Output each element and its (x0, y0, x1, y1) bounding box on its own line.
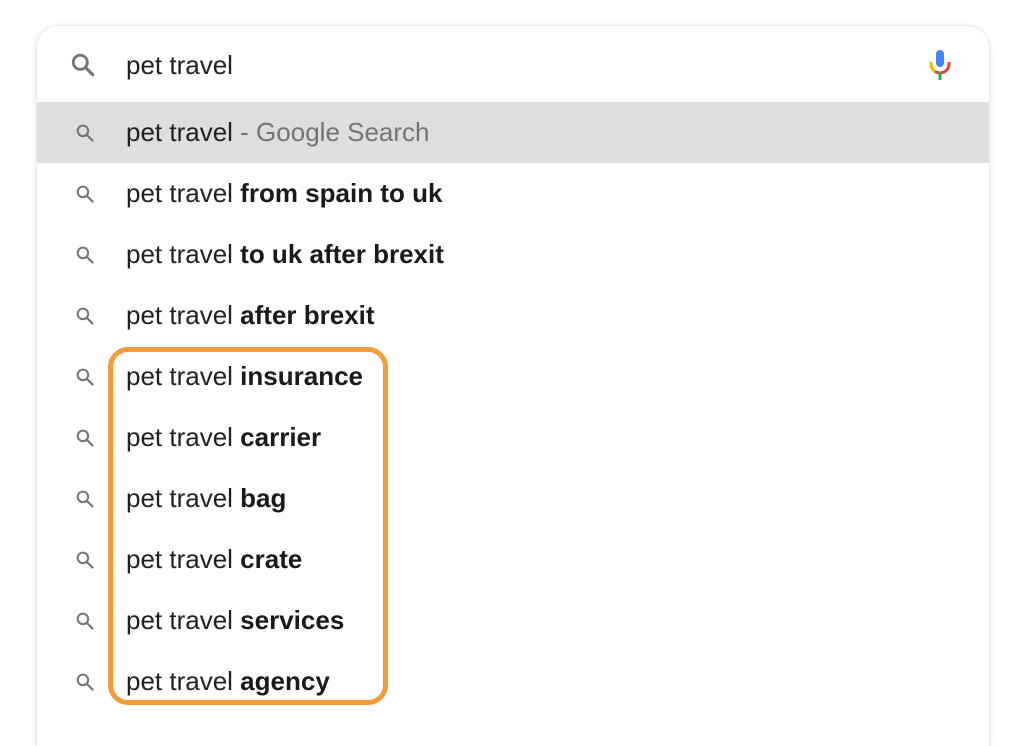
suggestion-prefix: pet travel (126, 605, 241, 635)
suggestion-list: pet travel - Google Search pet travel fro… (37, 102, 989, 712)
suggestion-item[interactable]: pet travel carrier (37, 407, 989, 468)
suggestion-item[interactable]: pet travel bag (37, 468, 989, 529)
suggestion-completion: to uk after brexit (240, 239, 444, 269)
suggestion-prefix: pet travel (126, 300, 241, 330)
suggestion-item[interactable]: pet travel - Google Search (37, 102, 989, 163)
search-icon (75, 550, 95, 570)
suggestion-text: pet travel services (126, 603, 344, 637)
suggestion-completion: agency (240, 666, 330, 696)
suggestion-item[interactable]: pet travel after brexit (37, 285, 989, 346)
suggestion-text: pet travel - Google Search (126, 115, 430, 149)
suggestion-prefix: pet travel (126, 361, 241, 391)
search-icon (75, 184, 95, 204)
search-input[interactable]: pet travel (126, 48, 233, 82)
suggestion-text: pet travel insurance (126, 359, 363, 393)
suggestion-completion: after brexit (240, 300, 375, 330)
microphone-icon[interactable] (927, 49, 953, 81)
search-icon (75, 672, 95, 692)
suggestion-item[interactable]: pet travel services (37, 590, 989, 651)
suggestion-prefix: pet travel (126, 483, 241, 513)
suggestion-completion: from spain to uk (240, 178, 443, 208)
suggestion-prefix: pet travel (126, 117, 233, 147)
search-input-row[interactable]: pet travel (37, 26, 989, 102)
suggestion-prefix: pet travel (126, 422, 241, 452)
suggestion-text: pet travel crate (126, 542, 302, 576)
search-icon (75, 611, 95, 631)
suggestion-text: pet travel from spain to uk (126, 176, 442, 210)
search-icon (75, 489, 95, 509)
search-icon (75, 245, 95, 265)
suggestion-completion: bag (240, 483, 287, 513)
suggestion-prefix: pet travel (126, 666, 241, 696)
suggestion-prefix: pet travel (126, 239, 241, 269)
suggestion-completion: insurance (240, 361, 363, 391)
search-icon (75, 428, 95, 448)
suggestion-item[interactable]: pet travel insurance (37, 346, 989, 407)
search-icon (75, 367, 95, 387)
suggestion-text: pet travel to uk after brexit (126, 237, 444, 271)
search-box: pet travel pet travel - Google Search pet… (37, 26, 989, 746)
search-icon (75, 306, 95, 326)
suggestion-text: pet travel after brexit (126, 298, 375, 332)
suggestion-item[interactable]: pet travel agency (37, 651, 989, 712)
suggestion-text: pet travel bag (126, 481, 286, 515)
suggestion-text: pet travel agency (126, 664, 330, 698)
search-icon[interactable] (70, 52, 96, 78)
suggestion-item[interactable]: pet travel crate (37, 529, 989, 590)
suggestion-suffix: - Google Search (232, 117, 430, 147)
suggestion-completion: crate (240, 544, 303, 574)
search-icon (75, 123, 95, 143)
suggestion-completion: services (240, 605, 345, 635)
suggestion-prefix: pet travel (126, 178, 241, 208)
suggestion-prefix: pet travel (126, 544, 241, 574)
suggestion-item[interactable]: pet travel from spain to uk (37, 163, 989, 224)
suggestion-text: pet travel carrier (126, 420, 321, 454)
suggestion-item[interactable]: pet travel to uk after brexit (37, 224, 989, 285)
suggestion-completion: carrier (240, 422, 322, 452)
